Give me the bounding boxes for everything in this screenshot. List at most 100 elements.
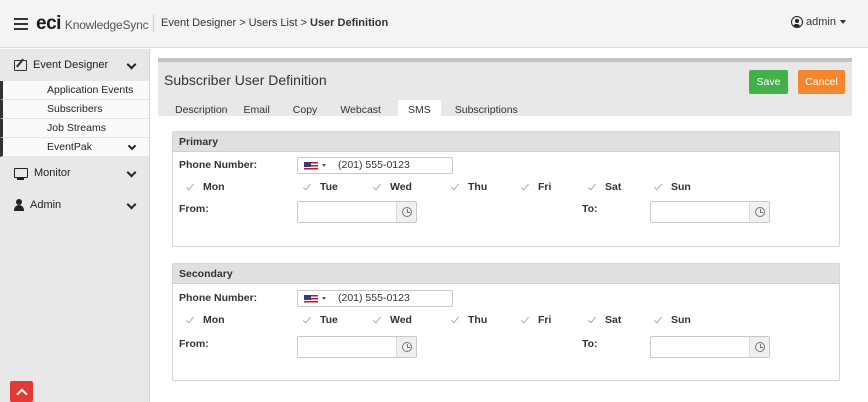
sidebar-item-event-designer[interactable]: Event Designer xyxy=(0,49,149,81)
day-checkbox-thu[interactable]: Thu xyxy=(450,181,487,193)
phone-number-input[interactable]: (201) 555-0123 xyxy=(297,290,453,307)
clock-icon xyxy=(755,342,765,352)
check-icon xyxy=(587,316,596,324)
panel-heading: Primary xyxy=(173,132,839,152)
menu-icon[interactable] xyxy=(14,18,28,30)
day-label: Mon xyxy=(203,314,225,326)
day-checkbox-tue[interactable]: Tue xyxy=(302,181,338,193)
chevron-down-icon xyxy=(126,167,137,178)
cancel-button[interactable]: Cancel xyxy=(798,70,845,94)
from-time-input[interactable] xyxy=(297,336,417,358)
sidebar-item-label: Event Designer xyxy=(33,59,109,71)
logo-product: KnowledgeSync xyxy=(64,18,149,32)
clock-button[interactable] xyxy=(396,202,416,222)
check-icon xyxy=(450,183,459,191)
sidebar-item-label: EventPak xyxy=(47,141,92,153)
breadcrumb-users-list[interactable]: Users List xyxy=(249,17,298,29)
day-checkbox-tue[interactable]: Tue xyxy=(302,314,338,326)
to-label: To: xyxy=(582,203,598,215)
day-checkbox-sun[interactable]: Sun xyxy=(653,181,691,193)
scroll-to-top-button[interactable] xyxy=(10,381,33,402)
day-label: Tue xyxy=(320,181,338,193)
day-label: Thu xyxy=(468,314,488,326)
day-label: Sun xyxy=(671,314,691,326)
sidebar-item-admin[interactable]: Admin xyxy=(0,189,149,221)
tab-email[interactable]: Email xyxy=(237,100,277,120)
check-icon xyxy=(302,316,311,324)
panel-heading: Secondary xyxy=(173,264,839,284)
day-checkbox-sun[interactable]: Sun xyxy=(653,314,691,326)
divider xyxy=(153,14,154,32)
caret-down-icon xyxy=(322,297,326,300)
flag-us-icon[interactable] xyxy=(304,162,318,171)
day-checkbox-mon[interactable]: Mon xyxy=(185,181,225,193)
check-icon xyxy=(185,183,194,191)
sidebar-item-subscribers[interactable]: Subscribers xyxy=(0,100,149,119)
main-content: Subscriber User Definition Save Cancel D… xyxy=(158,58,852,402)
page-header: Subscriber User Definition Save Cancel D… xyxy=(158,58,852,120)
day-checkbox-thu[interactable]: Thu xyxy=(450,314,487,326)
breadcrumb-event-designer[interactable]: Event Designer xyxy=(161,17,236,29)
sidebar-item-job-streams[interactable]: Job Streams xyxy=(0,119,149,138)
check-icon xyxy=(587,183,596,191)
user-menu[interactable]: admin xyxy=(791,16,846,28)
tab-bar: Description Email Copy Webcast SMS Subsc… xyxy=(158,100,527,120)
clock-icon xyxy=(755,207,765,217)
tab-webcast[interactable]: Webcast xyxy=(326,100,388,120)
day-checkbox-wed[interactable]: Wed xyxy=(372,181,412,193)
sidebar-item-eventpak[interactable]: EventPak xyxy=(0,138,149,157)
clock-button[interactable] xyxy=(396,337,416,357)
chevron-down-icon xyxy=(127,141,137,151)
phone-number-label: Phone Number: xyxy=(179,159,258,171)
phone-number-value: (201) 555-0123 xyxy=(338,292,410,304)
clock-icon xyxy=(402,342,412,352)
tab-sms[interactable]: SMS xyxy=(397,100,441,120)
primary-panel: Primary Phone Number: (201) 555-0123 Mon… xyxy=(172,131,840,247)
day-label: Sat xyxy=(605,314,622,326)
logo-eci: eci xyxy=(36,13,61,34)
day-label: Mon xyxy=(203,181,225,193)
day-label: Sat xyxy=(605,181,622,193)
monitor-icon xyxy=(14,168,28,180)
sidebar-item-label: Monitor xyxy=(34,167,71,179)
day-label: Fri xyxy=(538,181,552,193)
tab-description[interactable]: Description xyxy=(158,100,235,120)
chevron-down-icon xyxy=(126,59,137,70)
tab-copy[interactable]: Copy xyxy=(279,100,325,120)
day-checkbox-fri[interactable]: Fri xyxy=(520,181,551,193)
clock-icon xyxy=(402,207,412,217)
breadcrumb-separator: > xyxy=(300,17,307,29)
from-label: From: xyxy=(179,338,209,350)
user-name: admin xyxy=(806,16,836,28)
check-icon xyxy=(653,183,662,191)
to-time-input[interactable] xyxy=(650,201,770,223)
flag-us-icon[interactable] xyxy=(304,295,318,304)
day-checkbox-fri[interactable]: Fri xyxy=(520,314,551,326)
sidebar-item-monitor[interactable]: Monitor xyxy=(0,157,149,189)
day-label: Thu xyxy=(468,181,488,193)
admin-icon xyxy=(14,199,24,211)
tab-subscriptions[interactable]: Subscriptions xyxy=(443,100,525,120)
logo[interactable]: eci KnowledgeSync xyxy=(36,13,149,35)
check-icon xyxy=(450,316,459,324)
phone-number-input[interactable]: (201) 555-0123 xyxy=(297,157,453,174)
day-label: Tue xyxy=(320,314,338,326)
to-label: To: xyxy=(582,338,598,350)
from-label: From: xyxy=(179,203,209,215)
day-checkbox-wed[interactable]: Wed xyxy=(372,314,412,326)
edit-icon xyxy=(14,59,27,71)
day-label: Wed xyxy=(390,181,412,193)
secondary-panel: Secondary Phone Number: (201) 555-0123 M… xyxy=(172,263,840,381)
day-checkbox-sat[interactable]: Sat xyxy=(587,181,621,193)
sidebar-item-application-events[interactable]: Application Events xyxy=(0,81,149,100)
save-button[interactable]: Save xyxy=(749,70,788,94)
clock-button[interactable] xyxy=(749,202,769,222)
check-icon xyxy=(185,316,194,324)
from-time-input[interactable] xyxy=(297,201,417,223)
clock-button[interactable] xyxy=(749,337,769,357)
day-checkbox-sat[interactable]: Sat xyxy=(587,314,621,326)
to-time-input[interactable] xyxy=(650,336,770,358)
day-label: Sun xyxy=(671,181,691,193)
phone-number-label: Phone Number: xyxy=(179,292,258,304)
day-checkbox-mon[interactable]: Mon xyxy=(185,314,225,326)
